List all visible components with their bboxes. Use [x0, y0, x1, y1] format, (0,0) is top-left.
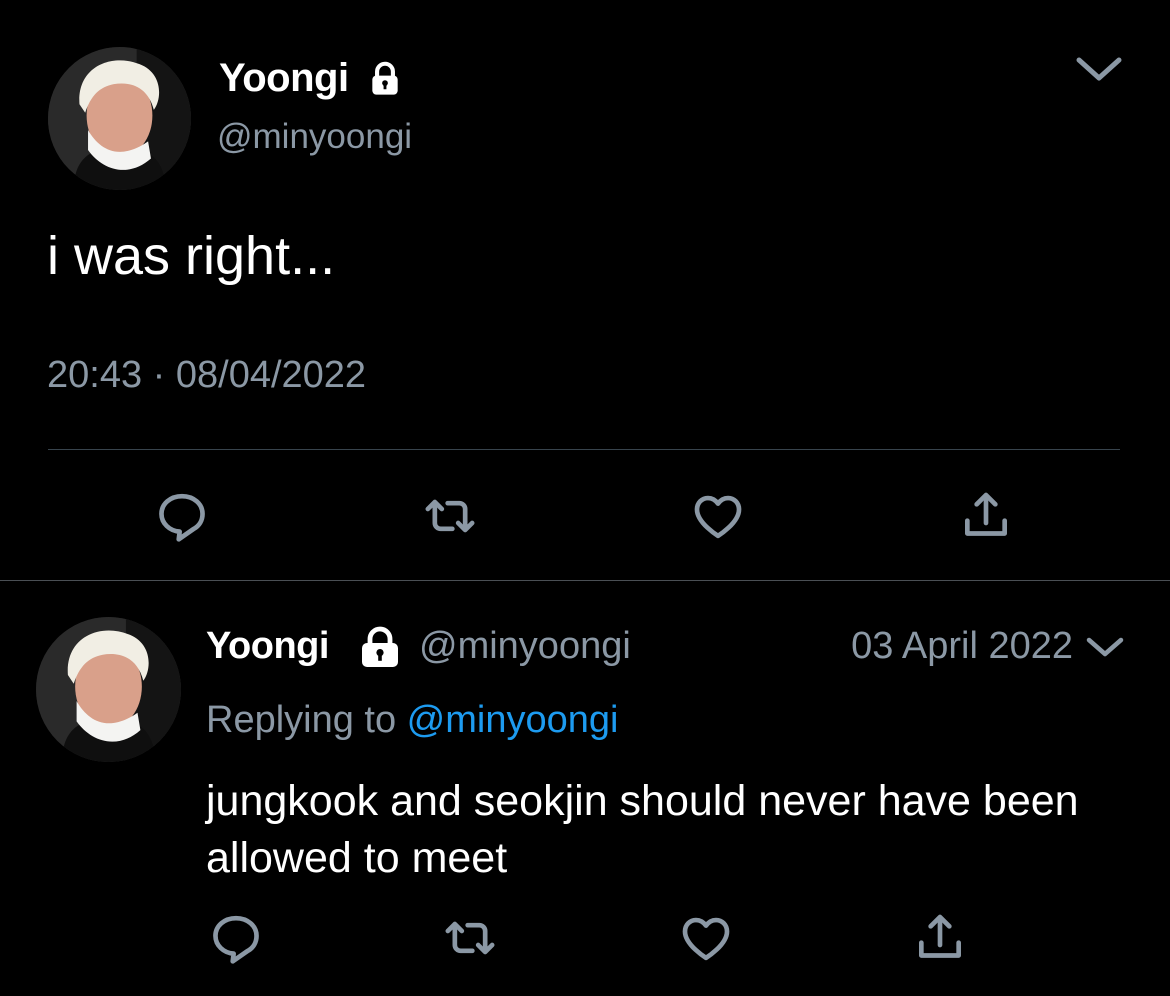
avatar[interactable]	[36, 617, 181, 762]
like-icon[interactable]	[690, 488, 746, 544]
tweet-timestamp[interactable]: 20:43 · 08/04/2022	[47, 353, 366, 397]
mention-link[interactable]: @minyoongi	[407, 699, 619, 741]
chevron-down-icon[interactable]	[1072, 52, 1126, 86]
reply-icon[interactable]	[208, 910, 264, 966]
tweet-text: i was right...	[47, 226, 336, 286]
share-icon[interactable]	[912, 910, 968, 966]
avatar[interactable]	[48, 47, 191, 190]
retweet-icon[interactable]	[422, 488, 478, 544]
replying-to-label: Replying to	[206, 699, 407, 741]
user-handle[interactable]: @minyoongi	[419, 623, 631, 669]
replying-to-line: Replying to @minyoongi	[206, 697, 618, 743]
display-name[interactable]: Yoongi	[219, 54, 349, 102]
divider	[48, 449, 1120, 450]
user-handle[interactable]: @minyoongi	[217, 116, 412, 158]
lock-icon	[366, 59, 404, 97]
reply-icon[interactable]	[154, 488, 210, 544]
share-icon[interactable]	[958, 488, 1014, 544]
retweet-icon[interactable]	[442, 910, 498, 966]
tweet-text: jungkook and seokjin should never have b…	[206, 777, 1079, 882]
divider	[0, 580, 1170, 581]
tweet-date[interactable]: 03 April 2022	[851, 623, 1073, 669]
like-icon[interactable]	[678, 910, 734, 966]
chevron-down-icon[interactable]	[1083, 632, 1127, 662]
display-name[interactable]: Yoongi	[206, 623, 329, 669]
lock-icon	[356, 624, 404, 668]
